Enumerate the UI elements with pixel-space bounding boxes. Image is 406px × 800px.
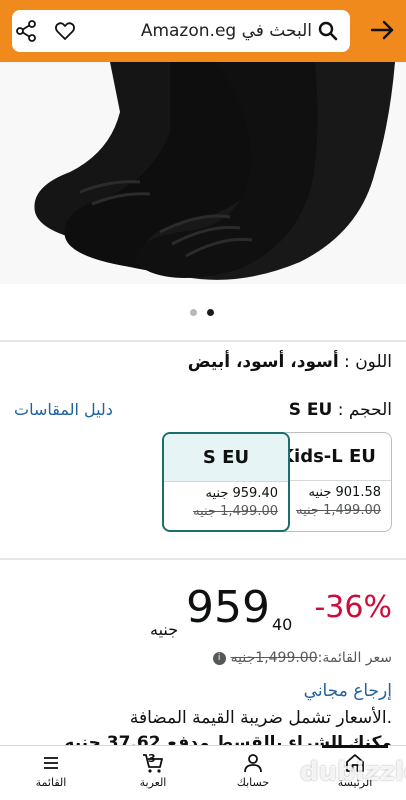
share-icon[interactable] bbox=[14, 19, 38, 43]
search-placeholder: البحث في Amazon.eg bbox=[140, 21, 312, 41]
active-tab-indicator bbox=[322, 745, 388, 748]
list-price-value: 1,499.00جنيه bbox=[230, 650, 318, 666]
discount-percent: -36% bbox=[314, 590, 392, 625]
size-guide-link[interactable]: دليل المقاسات bbox=[14, 400, 113, 419]
list-price-label: سعر القائمة: bbox=[317, 650, 392, 666]
size-option-price: 959.40 جنيه bbox=[205, 486, 278, 501]
free-returns-link[interactable]: إرجاع مجاني bbox=[304, 681, 392, 701]
size-option-s-eu[interactable]: S EU 959.40 جنيه 1,499.00 جنيه bbox=[162, 432, 290, 532]
divider bbox=[0, 340, 406, 342]
size-selection: الحجم : S EU bbox=[289, 400, 392, 420]
image-actions-bar bbox=[0, 284, 406, 344]
color-selection: اللون : أسود، أسود، أبيض bbox=[188, 352, 392, 372]
product-image[interactable] bbox=[0, 62, 406, 284]
nav-account[interactable]: حسابك bbox=[218, 752, 288, 789]
price-fraction: 40 bbox=[272, 615, 293, 634]
cart-count-badge: 3 bbox=[148, 752, 156, 765]
list-price-row: سعر القائمة: 1,499.00جنيه i bbox=[212, 650, 392, 666]
socks-image bbox=[0, 62, 406, 284]
heart-icon[interactable] bbox=[53, 19, 77, 43]
info-icon[interactable]: i bbox=[212, 651, 226, 665]
nav-menu-label: القائمة bbox=[35, 776, 67, 789]
price-whole: 959 bbox=[186, 582, 270, 633]
size-label: الحجم : bbox=[332, 400, 392, 420]
back-arrow-icon[interactable] bbox=[368, 16, 396, 44]
color-value: أسود، أسود، أبيض bbox=[187, 352, 339, 372]
gallery-dot-2-active[interactable] bbox=[207, 309, 214, 316]
dubizzle-watermark: dubizzle bbox=[300, 757, 406, 787]
divider bbox=[0, 558, 406, 560]
size-option-name: S EU bbox=[164, 434, 288, 482]
account-icon bbox=[244, 754, 262, 773]
size-value: S EU bbox=[288, 400, 333, 420]
gallery-dot-1[interactable] bbox=[190, 309, 197, 316]
price-currency: جنيه bbox=[150, 620, 179, 639]
nav-cart-label: العربة bbox=[139, 776, 167, 789]
nav-menu[interactable]: القائمة bbox=[16, 752, 86, 789]
vat-note: .الأسعار تشمل ضريبة القيمة المضافة bbox=[129, 708, 392, 728]
size-option-list-price: 1,499.00 جنيه bbox=[193, 504, 278, 519]
color-label: اللون : bbox=[338, 352, 392, 372]
nav-account-label: حسابك bbox=[236, 776, 270, 789]
menu-icon bbox=[44, 757, 58, 769]
search-icon bbox=[318, 21, 338, 41]
